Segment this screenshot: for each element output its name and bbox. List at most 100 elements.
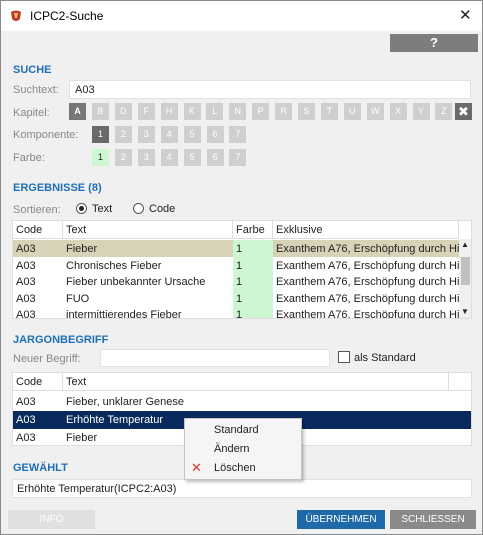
ergebnisse-header: ERGEBNISSE (8) [13, 182, 102, 194]
ergebnisse-table: Code Text Farbe Exklusive A03 Fieber 1 Exanthem… [12, 220, 472, 319]
als-standard-label: als Standard [354, 352, 416, 364]
jargon-header: JARGONBEGRIFF [13, 334, 109, 346]
kapitel-chip[interactable]: H [160, 103, 178, 120]
uebernehmen-button[interactable]: ÜBERNEHMEN [297, 510, 385, 529]
info-button[interactable]: INFO [8, 510, 95, 529]
kapitel-chip[interactable]: S [298, 103, 315, 120]
table-cell[interactable]: Fieber, unklarer Genese [63, 393, 471, 411]
komponente-chip[interactable]: 2 [114, 126, 132, 143]
column-header[interactable]: Text [63, 221, 233, 239]
context-menu: Standard Ändern ✕ Löschen [184, 418, 302, 480]
suche-header: SUCHE [13, 64, 52, 76]
komponente-label: Komponente: [13, 129, 79, 141]
kapitel-chip[interactable]: U [343, 103, 361, 120]
column-header[interactable]: Farbe [233, 221, 273, 239]
context-standard-item[interactable]: Standard [214, 424, 259, 436]
komponente-chip[interactable]: 6 [206, 126, 224, 143]
clear-kapitel-icon[interactable]: ✖ [455, 103, 472, 120]
table-cell[interactable]: Fieber unbekannter Ursache [63, 273, 233, 291]
scroll-down-icon[interactable]: ▼ [461, 307, 469, 316]
table-cell[interactable]: Exanthem A76, Erschöpfung durch Hitz [273, 256, 459, 275]
help-button[interactable]: ? [390, 34, 478, 52]
table-cell[interactable]: 1 [233, 306, 273, 318]
column-header[interactable]: Code [13, 373, 63, 391]
table-cell[interactable]: A03 [13, 306, 63, 318]
kapitel-chip[interactable]: Z [435, 103, 453, 120]
kapitel-chip[interactable]: R [275, 103, 293, 120]
table-cell[interactable]: A03 [13, 393, 63, 411]
kapitel-chip[interactable]: K [183, 103, 201, 120]
suchtext-value: A03 [75, 84, 95, 96]
table-cell[interactable]: Exanthem A76, Erschöpfung durch Hitz [273, 306, 459, 318]
neuer-begriff-label: Neuer Begriff: [13, 353, 81, 365]
table-cell[interactable]: Fieber [63, 240, 233, 258]
results-scrollbar[interactable]: ▲ ▼ [459, 239, 471, 318]
kapitel-chip[interactable]: L [206, 103, 224, 120]
kapitel-chip[interactable]: B [91, 103, 109, 120]
table-cell[interactable]: A03 [13, 411, 63, 429]
farbe-chip[interactable]: 4 [160, 149, 178, 166]
table-cell[interactable]: A03 [13, 273, 63, 291]
kapitel-chip[interactable]: D [114, 103, 132, 120]
title-bar: ICPC2-Suche ✕ [1, 1, 482, 31]
table-cell[interactable]: Exanthem A76, Erschöpfung durch Hitz [273, 273, 459, 291]
farbe-chip[interactable]: 5 [183, 149, 201, 166]
suchtext-label: Suchtext: [13, 84, 59, 96]
komponente-chip[interactable]: 3 [137, 126, 155, 143]
table-cell[interactable]: A03 [13, 429, 63, 445]
neuer-begriff-input[interactable] [100, 349, 330, 367]
farbe-chip[interactable]: 1 [92, 149, 109, 166]
komponente-chip[interactable]: 5 [183, 126, 201, 143]
table-cell[interactable]: Exanthem A76, Erschöpfung durch Hitz [273, 240, 459, 258]
kapitel-chip[interactable]: W [366, 103, 384, 120]
farbe-chip[interactable]: 6 [206, 149, 224, 166]
kapitel-chip[interactable]: F [137, 103, 155, 120]
icpc2-search-dialog: ICPC2-Suche ✕ ? SUCHE Suchtext: A03 Kapi… [0, 0, 483, 535]
kapitel-chip[interactable]: Y [412, 103, 430, 120]
gewaehlt-header: GEWÄHLT [13, 462, 68, 474]
column-header[interactable]: Text [63, 373, 449, 391]
table-cell[interactable]: FUO [63, 289, 233, 308]
suchtext-input[interactable]: A03 [69, 80, 471, 99]
close-icon[interactable]: ✕ [459, 6, 472, 24]
table-cell[interactable]: 1 [233, 240, 273, 258]
komponente-chip[interactable]: 4 [160, 126, 178, 143]
sort-code-label: Code [149, 203, 176, 215]
sort-text-label: Text [92, 203, 113, 215]
table-cell[interactable]: 1 [233, 256, 273, 275]
schliessen-button[interactable]: SCHLIESSEN [390, 510, 476, 529]
gewaehlt-field: Erhöhte Temperatur(ICPC2:A03) [12, 479, 472, 498]
sort-text-radio[interactable] [76, 203, 87, 214]
farbe-chip[interactable]: 2 [114, 149, 132, 166]
column-header[interactable]: Exklusive [273, 221, 459, 239]
kapitel-chip[interactable]: A [69, 103, 86, 120]
gewaehlt-value: Erhöhte Temperatur(ICPC2:A03) [17, 483, 177, 495]
kapitel-label: Kapitel: [13, 107, 50, 119]
context-loeschen-item[interactable]: Löschen [214, 462, 256, 474]
farbe-chip[interactable]: 3 [137, 149, 155, 166]
scroll-up-icon[interactable]: ▲ [461, 240, 469, 249]
context-aendern-item[interactable]: Ändern [214, 443, 249, 455]
kapitel-chip[interactable]: N [229, 103, 247, 120]
table-cell[interactable]: A03 [13, 240, 63, 258]
app-icon [11, 10, 21, 21]
komponente-chip[interactable]: 1 [92, 126, 109, 143]
column-header[interactable]: Code [13, 221, 63, 239]
table-cell[interactable]: 1 [233, 273, 273, 291]
table-cell[interactable]: Chronisches Fieber [63, 256, 233, 275]
window-title: ICPC2-Suche [30, 9, 104, 23]
kapitel-chip[interactable]: P [252, 103, 270, 120]
als-standard-checkbox[interactable] [338, 351, 350, 363]
table-cell[interactable]: Exanthem A76, Erschöpfung durch Hitz [273, 289, 459, 308]
komponente-chip[interactable]: 7 [229, 126, 247, 143]
sort-code-radio[interactable] [133, 203, 144, 214]
table-cell[interactable]: intermittierendes Fieber [63, 306, 233, 318]
scroll-thumb[interactable] [461, 257, 470, 285]
farbe-chip[interactable]: 7 [229, 149, 247, 166]
table-cell[interactable]: A03 [13, 289, 63, 308]
delete-icon: ✕ [191, 460, 202, 475]
table-cell[interactable]: 1 [233, 289, 273, 308]
kapitel-chip[interactable]: X [389, 103, 407, 120]
table-cell[interactable]: A03 [13, 256, 63, 275]
kapitel-chip[interactable]: T [320, 103, 338, 120]
